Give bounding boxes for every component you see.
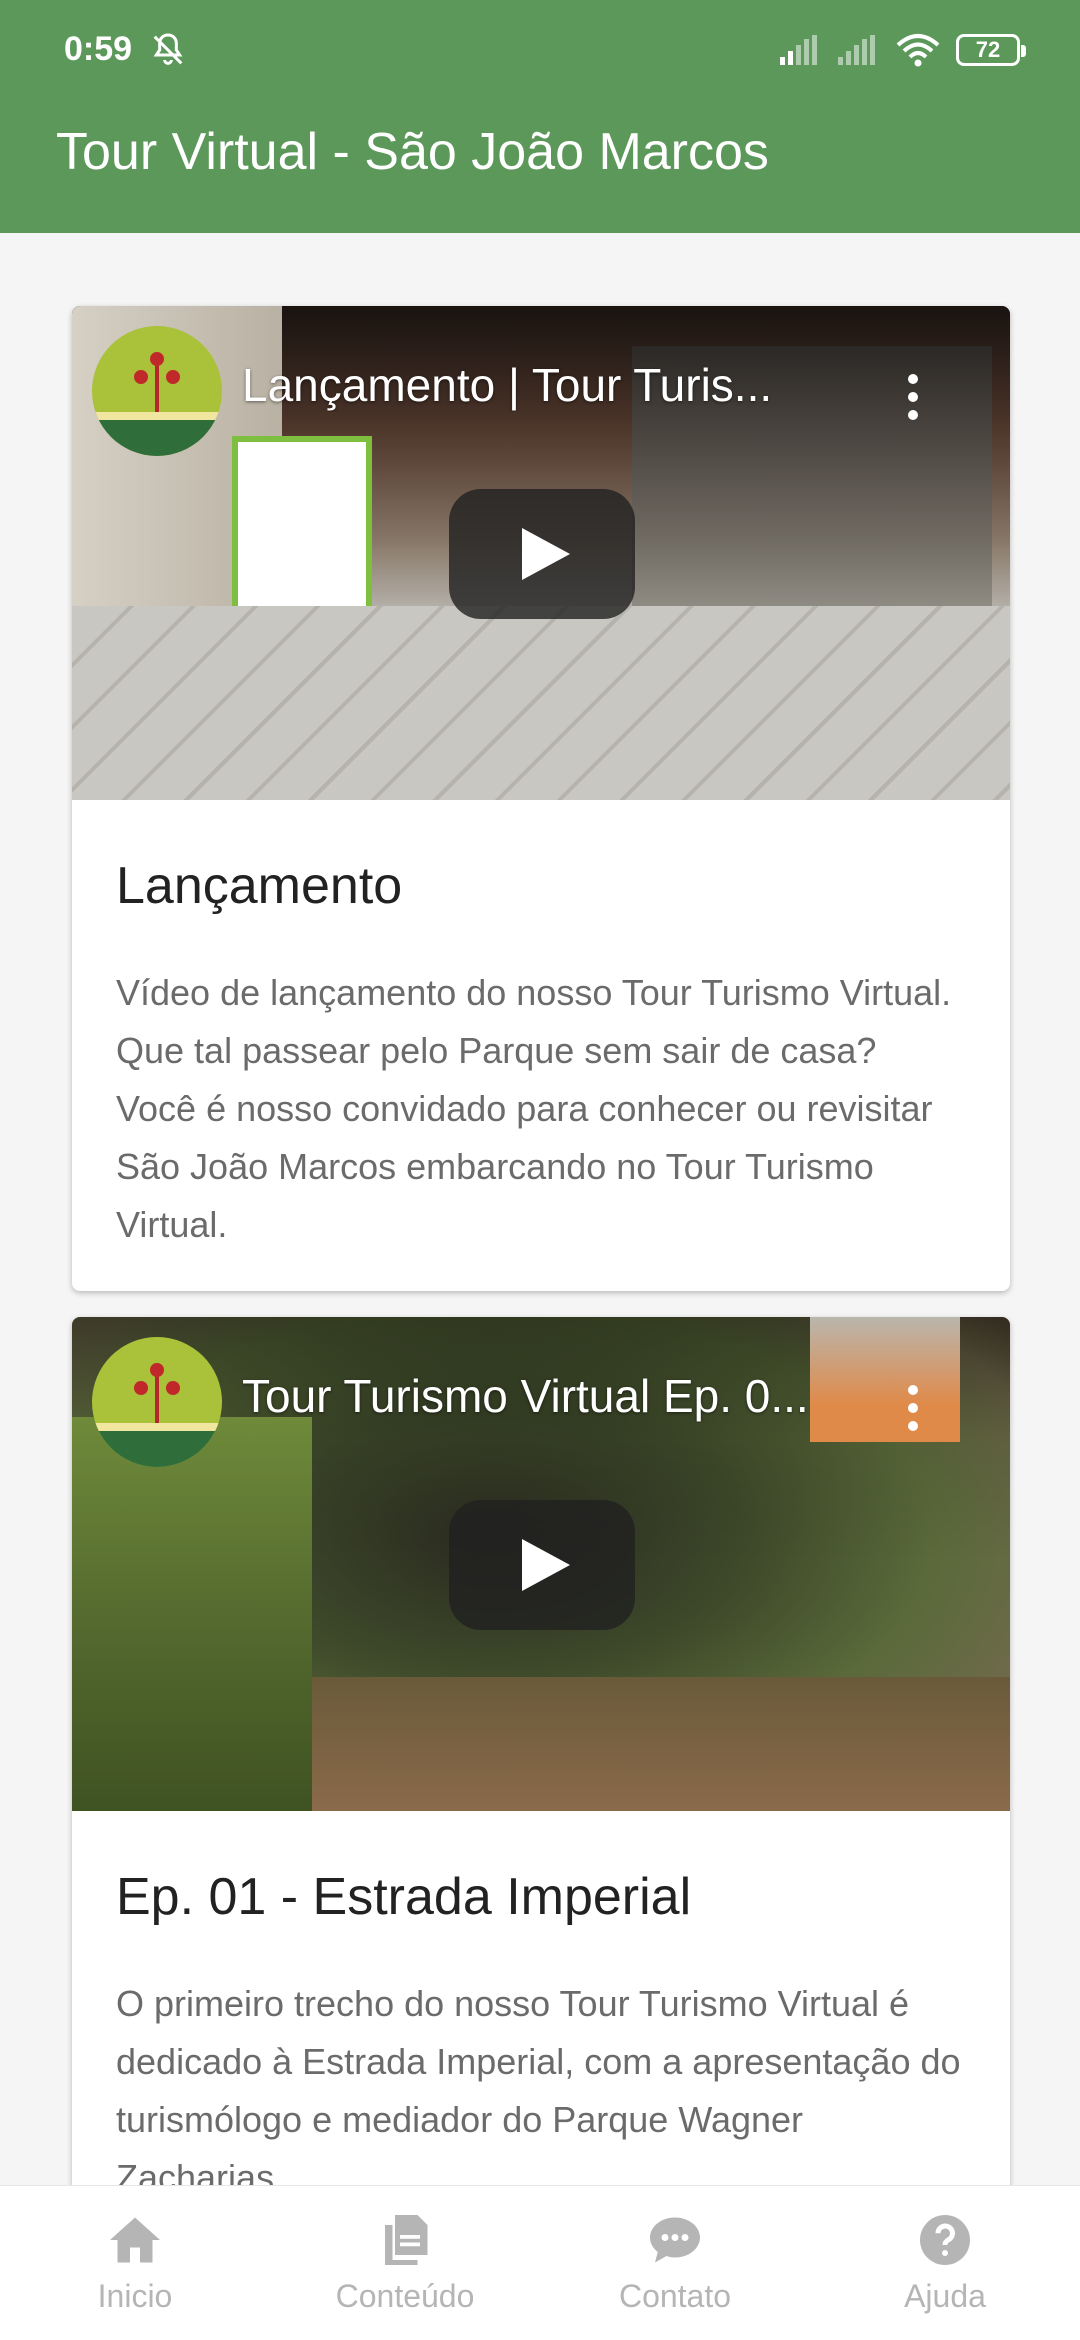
home-icon (110, 2217, 160, 2263)
signal-icon (780, 35, 817, 65)
status-time: 0:59 (64, 30, 133, 68)
card-body: Lançamento Vídeo de lançamento do nosso … (72, 800, 1010, 1254)
video-list[interactable]: Lançamento | Tour Turis... Lançamento Ví… (0, 233, 1080, 2185)
more-options-icon[interactable] (908, 374, 920, 422)
nav-label: Inicio (97, 2278, 173, 2314)
nav-item-ajuda[interactable]: Ajuda (845, 2186, 1045, 2315)
status-icons: 72 (780, 30, 1026, 70)
play-icon (522, 1539, 570, 1591)
video-player[interactable]: Tour Turismo Virtual Ep. 0... (72, 1317, 1010, 1811)
status-bar: 0:59 72 (0, 0, 1080, 100)
video-card: Lançamento | Tour Turis... Lançamento Ví… (72, 306, 1010, 1291)
video-player[interactable]: Lançamento | Tour Turis... (72, 306, 1010, 800)
video-card: Tour Turismo Virtual Ep. 0... Ep. 01 - E… (72, 1317, 1010, 2185)
wifi-icon (896, 34, 940, 67)
nav-label: Ajuda (904, 2278, 986, 2314)
battery-indicator: 72 (956, 34, 1026, 66)
play-button[interactable] (449, 1500, 635, 1630)
nav-label: Conteúdo (335, 2278, 475, 2314)
mute-bell-icon (153, 33, 183, 65)
bottom-navigation: Inicio Conteúdo Contato Ajuda (0, 2185, 1080, 2340)
card-description: Vídeo de lançamento do nosso Tour Turism… (116, 972, 952, 1245)
channel-logo[interactable] (92, 1337, 222, 1467)
play-icon (522, 528, 570, 580)
nav-label: Contato (618, 2278, 732, 2314)
play-button[interactable] (449, 489, 635, 619)
more-options-icon[interactable] (908, 1385, 920, 1433)
card-title: Lançamento (116, 857, 403, 915)
nav-item-conteudo[interactable]: Conteúdo (305, 2186, 505, 2315)
battery-level: 72 (975, 37, 1001, 62)
chat-icon (650, 2217, 700, 2263)
video-title[interactable]: Tour Turismo Virtual Ep. 0... (242, 1369, 842, 1423)
card-description: O primeiro trecho do nosso Tour Turismo … (116, 1983, 961, 2185)
card-body: Ep. 01 - Estrada Imperial O primeiro tre… (72, 1811, 1010, 2185)
top-bar: 0:59 72 Tour Virtual - São João Marcos (0, 0, 1080, 233)
nav-item-contato[interactable]: Contato (575, 2186, 775, 2315)
help-icon (920, 2215, 970, 2265)
channel-logo[interactable] (92, 326, 222, 456)
signal-icon (838, 35, 875, 65)
documents-icon (385, 2215, 428, 2265)
video-title[interactable]: Lançamento | Tour Turis... (242, 358, 842, 412)
nav-item-inicio[interactable]: Inicio (35, 2186, 235, 2315)
app-title: Tour Virtual - São João Marcos (56, 123, 769, 181)
card-title: Ep. 01 - Estrada Imperial (116, 1868, 692, 1926)
